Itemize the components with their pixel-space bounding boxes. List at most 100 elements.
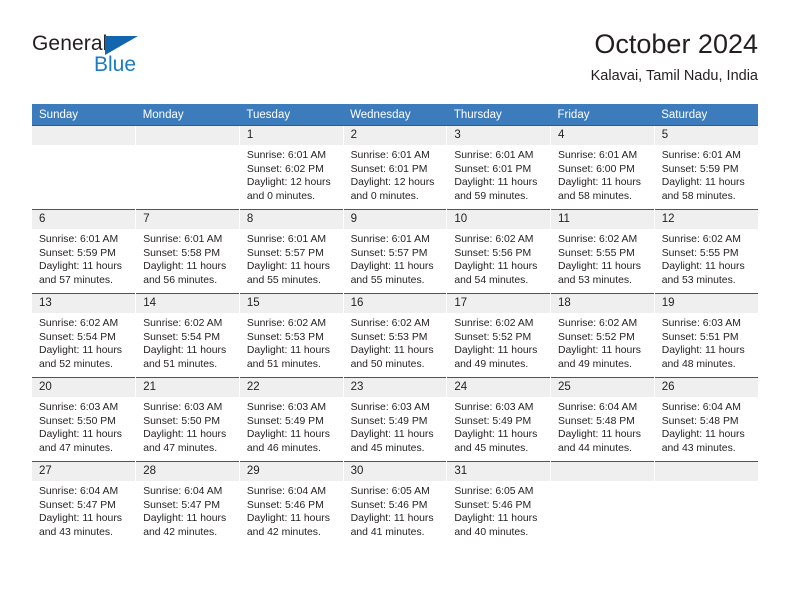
sunset-text: Sunset: 5:53 PM — [246, 331, 324, 343]
calendar-cell-day-20[interactable]: 20 Sunrise: 6:03 AM Sunset: 5:50 PM Dayligh… — [32, 377, 136, 462]
day-number — [32, 126, 136, 145]
daylight-text: and 58 minutes. — [661, 190, 736, 202]
sunrise-text: Sunrise: 6:01 AM — [246, 150, 327, 161]
day-details: Sunrise: 6:01 AM Sunset: 5:57 PM Daylight:… — [240, 229, 343, 287]
daylight-text: Daylight: 11 hours — [143, 345, 227, 357]
calendar-cell-day-17[interactable]: 17 Sunrise: 6:02 AM Sunset: 5:52 PM Dayligh… — [446, 293, 551, 378]
day-number: 8 — [239, 210, 343, 229]
calendar-cell-day-8[interactable]: 8 Sunrise: 6:01 AM Sunset: 5:57 PM Daylight… — [238, 209, 344, 294]
calendar-cell-day-1[interactable]: 1 Sunrise: 6:01 AM Sunset: 6:02 PM Daylight… — [238, 125, 344, 210]
calendar-cell-day-25[interactable]: 25 Sunrise: 6:04 AM Sunset: 5:48 PM Dayligh… — [550, 377, 655, 462]
calendar-cell-day-24[interactable]: 24 Sunrise: 6:03 AM Sunset: 5:49 PM Dayligh… — [446, 377, 551, 462]
sunset-text: Sunset: 6:00 PM — [558, 163, 635, 175]
daylight-text: and 53 minutes. — [558, 274, 632, 286]
title-block: October 2024 Kalavai, Tamil Nadu, India — [591, 28, 758, 86]
calendar-cell-day-18[interactable]: 18 Sunrise: 6:02 AM Sunset: 5:52 PM Dayligh… — [550, 293, 655, 378]
calendar-cell-day-12[interactable]: 12 Sunrise: 6:02 AM Sunset: 5:55 PM Dayligh… — [653, 209, 758, 294]
daylight-text: Daylight: 11 hours — [350, 345, 434, 357]
calendar-cell-day-7[interactable]: 7 Sunrise: 6:01 AM Sunset: 5:58 PM Daylight… — [135, 209, 240, 294]
day-number — [654, 462, 758, 481]
calendar-cell-day-16[interactable]: 16 Sunrise: 6:02 AM Sunset: 5:53 PM Dayligh… — [342, 293, 447, 378]
daylight-text: Daylight: 11 hours — [454, 261, 538, 273]
calendar-cell-day-19[interactable]: 19 Sunrise: 6:03 AM Sunset: 5:51 PM Dayligh… — [653, 293, 758, 378]
daylight-text: Daylight: 11 hours — [246, 429, 330, 441]
calendar-cell-day-21[interactable]: 21 Sunrise: 6:03 AM Sunset: 5:50 PM Dayligh… — [135, 377, 240, 462]
calendar-cell-day-6[interactable]: 6 Sunrise: 6:01 AM Sunset: 5:59 PM Daylight… — [32, 209, 136, 294]
sunrise-text: Sunrise: 6:05 AM — [454, 486, 534, 497]
daylight-text: Daylight: 11 hours — [350, 261, 434, 273]
day-details: Sunrise: 6:02 AM Sunset: 5:55 PM Daylight:… — [655, 229, 758, 287]
daylight-text: Daylight: 11 hours — [661, 429, 745, 441]
daylight-text: and 49 minutes. — [558, 358, 632, 370]
day-details: Sunrise: 6:02 AM Sunset: 5:54 PM Daylight:… — [32, 313, 135, 371]
sunrise-text: Sunrise: 6:03 AM — [39, 402, 119, 413]
calendar-cell-day-14[interactable]: 14 Sunrise: 6:02 AM Sunset: 5:54 PM Dayligh… — [135, 293, 240, 378]
calendar-cell-empty — [135, 125, 240, 210]
daylight-text: and 54 minutes. — [454, 274, 529, 286]
daylight-text: and 47 minutes. — [143, 442, 218, 454]
day-number: 26 — [654, 378, 758, 397]
daylight-text: and 41 minutes. — [350, 526, 425, 538]
calendar-cell-day-11[interactable]: 11 Sunrise: 6:02 AM Sunset: 5:55 PM Dayligh… — [550, 209, 655, 294]
sunset-text: Sunset: 5:49 PM — [246, 415, 324, 427]
sunrise-text: Sunrise: 6:02 AM — [39, 318, 119, 329]
sunrise-text: Sunrise: 6:03 AM — [143, 402, 223, 413]
calendar-cell-day-22[interactable]: 22 Sunrise: 6:03 AM Sunset: 5:49 PM Dayligh… — [238, 377, 344, 462]
day-details: Sunrise: 6:02 AM Sunset: 5:54 PM Daylight:… — [136, 313, 239, 371]
calendar-cell-day-5[interactable]: 5 Sunrise: 6:01 AM Sunset: 5:59 PM Daylight… — [653, 125, 758, 210]
day-details: Sunrise: 6:04 AM Sunset: 5:48 PM Daylight:… — [551, 397, 654, 455]
sunrise-text: Sunrise: 6:03 AM — [350, 402, 430, 413]
weekday-headers: Sunday Monday Tuesday Wednesday Thursday Frid… — [32, 104, 758, 126]
brand-logo[interactable]: General Blue — [32, 32, 152, 82]
calendar-cell-empty — [550, 461, 655, 545]
calendar-cell-day-31[interactable]: 31 Sunrise: 6:05 AM Sunset: 5:46 PM Dayligh… — [446, 461, 551, 545]
day-number: 15 — [239, 294, 343, 313]
calendar-cell-day-9[interactable]: 9 Sunrise: 6:01 AM Sunset: 5:57 PM Daylight… — [342, 209, 447, 294]
day-number: 22 — [239, 378, 343, 397]
calendar-cell-day-13[interactable]: 13 Sunrise: 6:02 AM Sunset: 5:54 PM Dayligh… — [32, 293, 136, 378]
calendar-cell-day-15[interactable]: 15 Sunrise: 6:02 AM Sunset: 5:53 PM Dayligh… — [238, 293, 344, 378]
sunset-text: Sunset: 5:46 PM — [246, 499, 324, 511]
calendar-cell-empty — [32, 125, 136, 210]
sunset-text: Sunset: 5:48 PM — [661, 415, 739, 427]
calendar-cell-day-29[interactable]: 29 Sunrise: 6:04 AM Sunset: 5:46 PM Dayligh… — [238, 461, 344, 545]
daylight-text: and 52 minutes. — [39, 358, 113, 370]
calendar-cell-day-26[interactable]: 26 Sunrise: 6:04 AM Sunset: 5:48 PM Dayligh… — [653, 377, 758, 462]
calendar-cell-day-27[interactable]: 27 Sunrise: 6:04 AM Sunset: 5:47 PM Dayligh… — [32, 461, 136, 545]
day-details: Sunrise: 6:03 AM Sunset: 5:49 PM Daylight:… — [447, 397, 550, 455]
sunset-text: Sunset: 5:48 PM — [558, 415, 635, 427]
calendar-cell-day-4[interactable]: 4 Sunrise: 6:01 AM Sunset: 6:00 PM Daylight… — [550, 125, 655, 210]
day-details: Sunrise: 6:03 AM Sunset: 5:51 PM Daylight:… — [655, 313, 758, 371]
calendar-cell-day-30[interactable]: 30 Sunrise: 6:05 AM Sunset: 5:46 PM Dayligh… — [342, 461, 447, 545]
daylight-text: Daylight: 11 hours — [350, 513, 434, 525]
sunrise-text: Sunrise: 6:02 AM — [454, 318, 534, 329]
calendar-body: 1 Sunrise: 6:01 AM Sunset: 6:02 PM Daylight… — [32, 125, 758, 545]
weekday-header-tuesday: Tuesday — [239, 104, 344, 126]
daylight-text: and 49 minutes. — [454, 358, 529, 370]
daylight-text: and 51 minutes. — [143, 358, 218, 370]
calendar-cell-day-2[interactable]: 2 Sunrise: 6:01 AM Sunset: 6:01 PM Daylight… — [342, 125, 447, 210]
calendar-cell-day-23[interactable]: 23 Sunrise: 6:03 AM Sunset: 5:49 PM Dayligh… — [342, 377, 447, 462]
sunrise-text: Sunrise: 6:01 AM — [143, 234, 223, 245]
day-number: 3 — [447, 126, 551, 145]
weekday-header-thursday: Thursday — [446, 104, 551, 126]
day-number: 18 — [551, 294, 654, 313]
daylight-text: Daylight: 11 hours — [558, 429, 641, 441]
sunrise-text: Sunrise: 6:02 AM — [246, 318, 327, 329]
day-details: Sunrise: 6:01 AM Sunset: 6:00 PM Daylight:… — [551, 145, 654, 203]
daylight-text: Daylight: 11 hours — [39, 261, 122, 273]
calendar-cell-day-28[interactable]: 28 Sunrise: 6:04 AM Sunset: 5:47 PM Dayligh… — [135, 461, 240, 545]
sunset-text: Sunset: 5:46 PM — [454, 499, 532, 511]
brand-name-blue: Blue — [94, 53, 137, 76]
sunrise-text: Sunrise: 6:04 AM — [558, 402, 638, 413]
daylight-text: Daylight: 11 hours — [246, 513, 330, 525]
daylight-text: and 46 minutes. — [246, 442, 321, 454]
weekday-header-saturday: Saturday — [654, 104, 758, 126]
sunset-text: Sunset: 5:52 PM — [454, 331, 532, 343]
calendar-cell-day-10[interactable]: 10 Sunrise: 6:02 AM Sunset: 5:56 PM Dayligh… — [446, 209, 551, 294]
calendar-week-row: 6 Sunrise: 6:01 AM Sunset: 5:59 PM Daylight… — [32, 209, 758, 294]
daylight-text: and 55 minutes. — [246, 274, 321, 286]
calendar-cell-day-3[interactable]: 3 Sunrise: 6:01 AM Sunset: 6:01 PM Daylight… — [446, 125, 551, 210]
day-number: 17 — [447, 294, 551, 313]
daylight-text: Daylight: 11 hours — [558, 261, 641, 273]
